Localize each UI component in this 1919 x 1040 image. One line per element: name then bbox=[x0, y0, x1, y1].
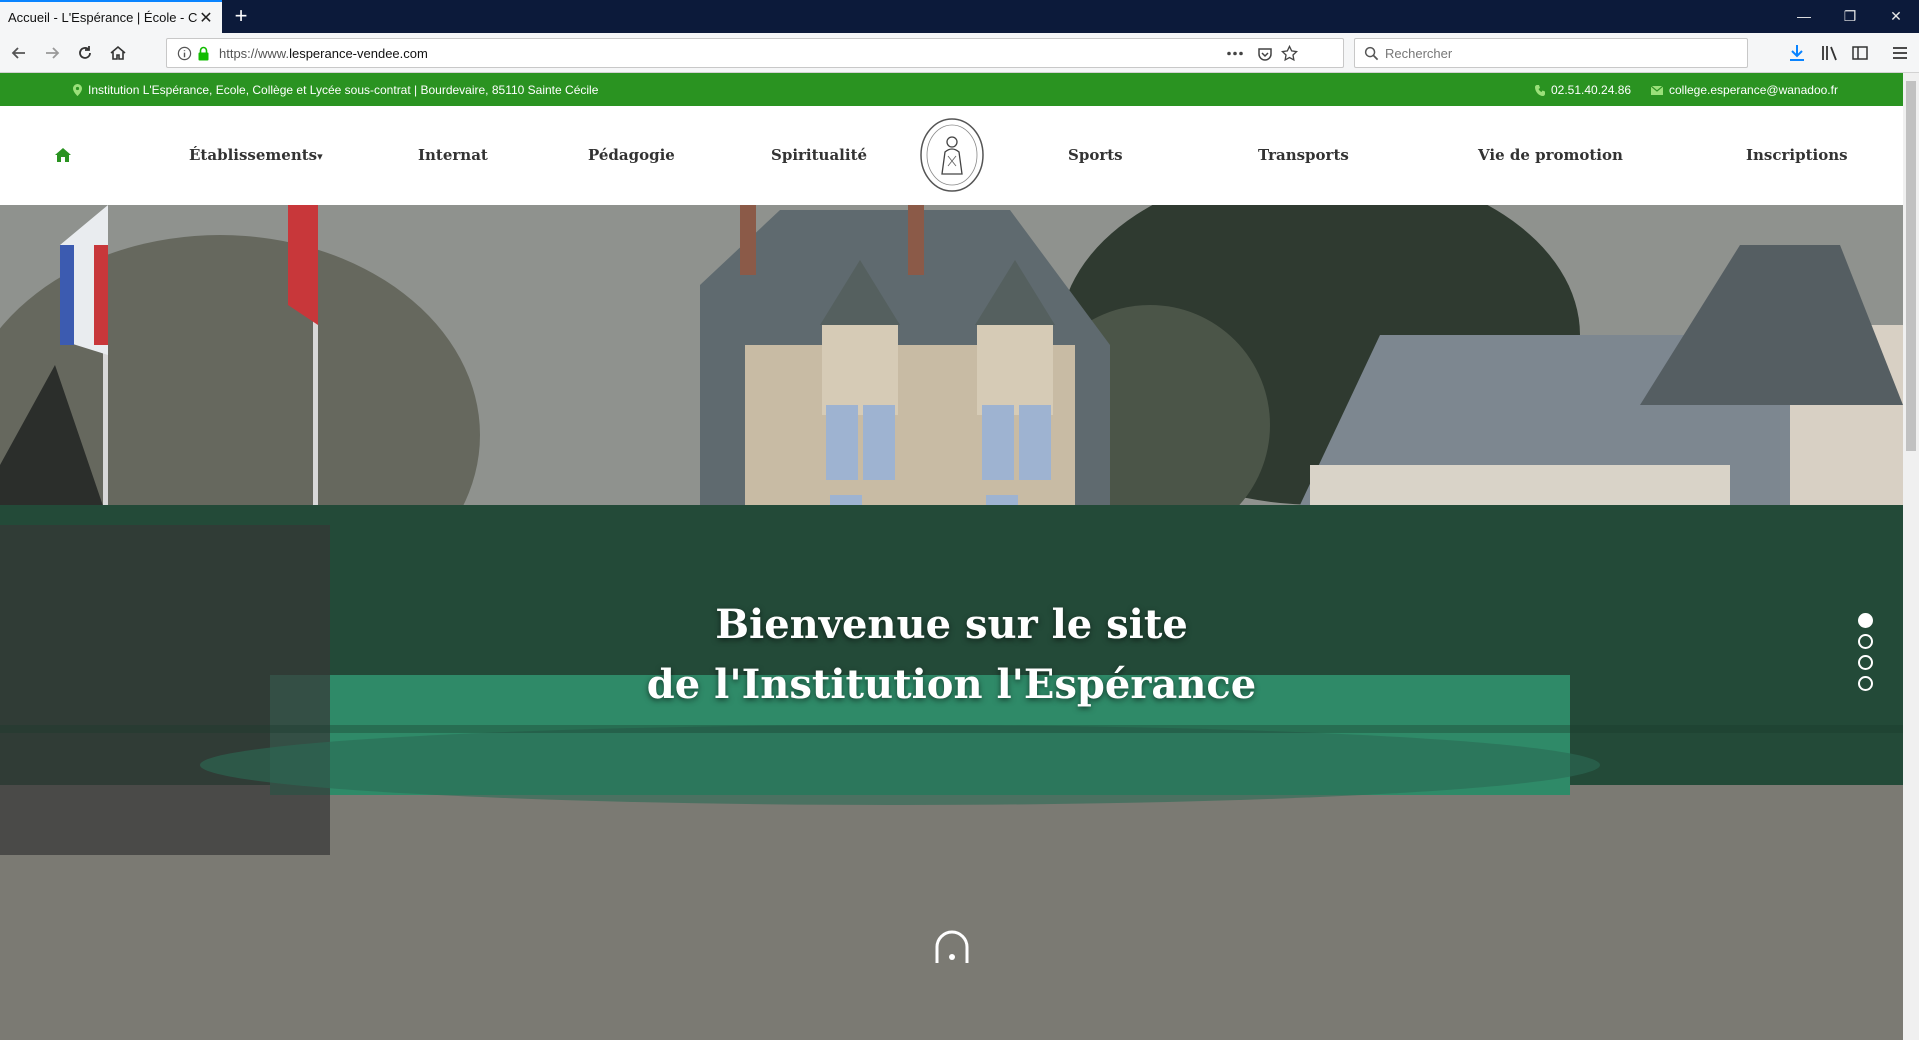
phone-text: 02.51.40.24.86 bbox=[1551, 83, 1632, 97]
menu-item-internat[interactable]: Internat bbox=[418, 146, 488, 164]
browser-toolbar: https://www.lesperance-vendee.com Recher… bbox=[0, 33, 1919, 73]
scroll-down-icon[interactable] bbox=[932, 927, 972, 967]
menu-item-inscriptions[interactable]: Inscriptions bbox=[1746, 146, 1848, 164]
new-tab-button[interactable]: + bbox=[230, 0, 252, 33]
school-logo[interactable] bbox=[918, 116, 986, 194]
tab-close-icon[interactable]: ✕ bbox=[198, 8, 214, 28]
menu-home[interactable] bbox=[55, 148, 71, 166]
menu-item-label: Établissements bbox=[189, 146, 318, 164]
home-button[interactable] bbox=[104, 39, 132, 67]
url-text: https://www.lesperance-vendee.com bbox=[219, 46, 428, 61]
slider-dot-4[interactable] bbox=[1858, 676, 1873, 691]
slider-dot-1[interactable] bbox=[1858, 613, 1873, 628]
slider-dot-2[interactable] bbox=[1858, 634, 1873, 649]
hero-title: Bienvenue sur le site de l'Institution l… bbox=[0, 595, 1903, 715]
search-bar[interactable]: Rechercher bbox=[1354, 38, 1748, 68]
hero-title-line-2: de l'Institution l'Espérance bbox=[646, 661, 1257, 708]
lock-icon bbox=[198, 46, 209, 61]
reload-icon bbox=[79, 46, 91, 59]
url-prefix: https://www. bbox=[219, 46, 290, 61]
download-icon bbox=[1790, 45, 1804, 61]
menu-item-vie-de-promotion[interactable]: Vie de promotion bbox=[1478, 146, 1623, 164]
menu-item-spiritualite[interactable]: Spiritualité bbox=[771, 146, 867, 164]
library-icon bbox=[1822, 46, 1837, 61]
minimize-button[interactable]: — bbox=[1781, 0, 1827, 33]
menu-item-transports[interactable]: Transports bbox=[1258, 146, 1349, 164]
home-icon bbox=[55, 148, 71, 162]
tab-title: Accueil - L'Espérance | École - Collè bbox=[8, 10, 198, 25]
site-info-strip: Institution L'Espérance, Ecole, Collège … bbox=[0, 73, 1903, 106]
forward-arrow-icon bbox=[46, 47, 60, 59]
pocket-icon[interactable] bbox=[1257, 46, 1273, 62]
dropdown-chevron-icon: ▾ bbox=[317, 150, 323, 163]
hero-slider: Bienvenue sur le site de l'Institution l… bbox=[0, 205, 1903, 1040]
address-bar[interactable]: https://www.lesperance-vendee.com bbox=[166, 38, 1344, 68]
home-icon bbox=[110, 45, 126, 60]
map-marker-icon bbox=[73, 84, 82, 96]
menu-item-pedagogie[interactable]: Pédagogie bbox=[588, 146, 675, 164]
menu-item-sports[interactable]: Sports bbox=[1068, 146, 1123, 164]
slider-pagination bbox=[1858, 613, 1873, 697]
email-info[interactable]: college.esperance@wanadoo.fr bbox=[1651, 83, 1838, 97]
library-button[interactable] bbox=[1816, 39, 1844, 67]
restore-button[interactable]: ❐ bbox=[1827, 0, 1873, 33]
slider-dot-3[interactable] bbox=[1858, 655, 1873, 670]
address-info: Institution L'Espérance, Ecole, Collège … bbox=[73, 83, 598, 97]
page-actions-icon[interactable] bbox=[1227, 51, 1243, 56]
hamburger-menu-icon bbox=[1893, 47, 1907, 59]
menu-button[interactable] bbox=[1886, 39, 1914, 67]
address-text: Institution L'Espérance, Ecole, Collège … bbox=[88, 83, 599, 97]
phone-info[interactable]: 02.51.40.24.86 bbox=[1535, 83, 1631, 97]
menu-item-etablissements[interactable]: Établissements▾ bbox=[189, 146, 323, 164]
forward-button[interactable] bbox=[38, 39, 66, 67]
browser-tab-strip: Accueil - L'Espérance | École - Collè ✕ … bbox=[0, 0, 1919, 33]
email-text: college.esperance@wanadoo.fr bbox=[1669, 83, 1838, 97]
page-scrollbar[interactable] bbox=[1903, 73, 1919, 1040]
search-placeholder: Rechercher bbox=[1385, 46, 1453, 61]
main-menu: Établissements▾ Internat Pédagogie Spiri… bbox=[0, 106, 1903, 205]
back-button[interactable] bbox=[5, 39, 33, 67]
info-icon bbox=[177, 46, 192, 61]
downloads-button[interactable] bbox=[1783, 39, 1811, 67]
phone-icon bbox=[1535, 84, 1545, 96]
hero-title-line-1: Bienvenue sur le site bbox=[715, 601, 1188, 648]
bookmark-star-icon[interactable] bbox=[1281, 45, 1298, 62]
search-icon bbox=[1364, 46, 1379, 61]
scrollbar-thumb[interactable] bbox=[1906, 81, 1916, 451]
close-window-button[interactable]: ✕ bbox=[1873, 0, 1919, 33]
reload-button[interactable] bbox=[71, 39, 99, 67]
sidebar-button[interactable] bbox=[1846, 39, 1874, 67]
back-arrow-icon bbox=[11, 47, 25, 59]
sidebar-icon bbox=[1852, 46, 1868, 60]
envelope-icon bbox=[1651, 85, 1663, 95]
browser-tab-active[interactable]: Accueil - L'Espérance | École - Collè ✕ bbox=[0, 0, 222, 33]
url-domain: lesperance-vendee.com bbox=[289, 46, 428, 61]
